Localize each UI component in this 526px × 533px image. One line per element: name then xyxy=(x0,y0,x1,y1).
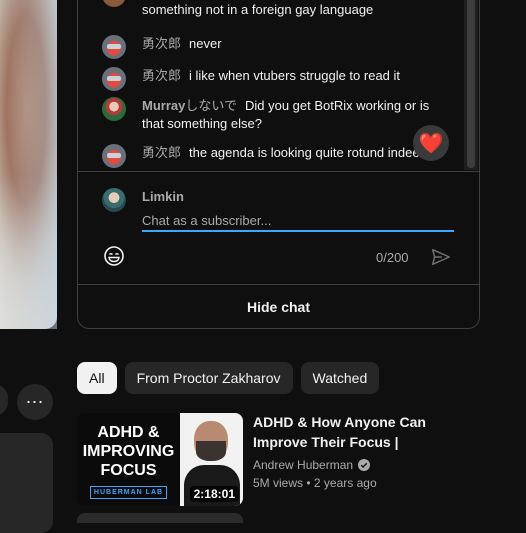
description-panel[interactable] xyxy=(0,433,53,533)
recommended-video-title[interactable]: ADHD & How Anyone Can Improve Their Focu… xyxy=(253,412,483,452)
chip-watched[interactable]: Watched xyxy=(300,362,380,394)
chat-author-name: Murray xyxy=(142,98,186,113)
channel-name[interactable]: Andrew Huberman xyxy=(253,458,353,472)
chat-message: granthntake please change your youtube n… xyxy=(102,0,447,19)
thumbnail-text-line: IMPROVING xyxy=(82,443,175,460)
thumbnail-text-line: ADHD & xyxy=(97,424,160,441)
send-icon[interactable] xyxy=(430,246,452,268)
video-player-thumbnail[interactable] xyxy=(0,0,57,329)
chat-message: 勇次郎 never xyxy=(102,35,222,59)
chip-from-channel[interactable]: From Proctor Zakharov xyxy=(124,362,293,394)
avatar[interactable] xyxy=(102,97,126,121)
chat-author[interactable]: Murrayしないで xyxy=(142,98,237,113)
recommendation-filters: All From Proctor Zakharov Watched xyxy=(77,362,380,394)
chat-author-suffix: しないで xyxy=(185,98,237,113)
heart-icon: ❤️ xyxy=(418,132,444,155)
divider xyxy=(78,284,479,285)
upload-age: 2 years ago xyxy=(313,476,377,490)
chat-author[interactable]: 勇次郎 xyxy=(142,144,181,162)
chat-text: the agenda is looking quite rotund indee… xyxy=(189,145,427,160)
video-frame xyxy=(0,0,57,329)
chat-message: Murrayしないで Did you get BotRix working or … xyxy=(102,97,447,133)
thumbnail-brand: HUBERMAN LAB xyxy=(89,486,168,499)
action-pill[interactable] xyxy=(0,384,8,416)
more-icon: ⋯ xyxy=(25,391,45,412)
avatar[interactable] xyxy=(102,144,126,168)
avatar[interactable] xyxy=(102,67,126,91)
scrollbar-thumb[interactable] xyxy=(467,0,475,168)
thumbnail-title-art: ADHD & IMPROVING FOCUS HUBERMAN LAB xyxy=(77,413,180,506)
hide-chat-button[interactable]: Hide chat xyxy=(78,286,479,328)
video-duration: 2:18:01 xyxy=(189,486,239,502)
chat-scrollbar[interactable] xyxy=(464,0,478,170)
avatar xyxy=(102,188,126,212)
avatar[interactable] xyxy=(102,35,126,59)
verified-icon xyxy=(358,459,371,471)
next-video-thumbnail[interactable] xyxy=(77,513,243,523)
chat-text: take please change your youtube name to … xyxy=(142,2,374,17)
chat-message: 勇次郎 i like when vtubers struggle to read… xyxy=(102,67,400,91)
more-actions-button[interactable]: ⋯ xyxy=(17,384,53,420)
recommended-video-thumbnail[interactable]: ADHD & IMPROVING FOCUS HUBERMAN LAB 2:18… xyxy=(77,413,243,506)
view-count: 5M views xyxy=(253,476,304,490)
chat-message: 勇次郎 the agenda is looking quite rotund i… xyxy=(102,144,427,168)
live-chat-panel: granthntake please change your youtube n… xyxy=(77,0,480,329)
chat-author[interactable]: 勇次郎 xyxy=(142,35,181,53)
heart-reaction-button[interactable]: ❤️ xyxy=(413,125,449,161)
recommended-video-channel[interactable]: Andrew Huberman xyxy=(253,458,371,472)
char-counter: 0/200 xyxy=(376,250,409,265)
divider xyxy=(78,171,479,172)
current-user-name: Limkin xyxy=(142,189,184,204)
chat-author[interactable]: 勇次郎 xyxy=(142,67,181,85)
chat-input[interactable] xyxy=(142,210,454,232)
chat-message-list: granthntake please change your youtube n… xyxy=(78,0,463,170)
avatar[interactable] xyxy=(102,0,126,7)
recommended-video-meta: 5M views • 2 years ago xyxy=(253,476,377,490)
chat-text: never xyxy=(189,36,222,51)
chip-all[interactable]: All xyxy=(77,362,117,394)
emoji-icon[interactable] xyxy=(102,244,126,268)
meta-separator: • xyxy=(306,476,314,490)
thumbnail-text-line: FOCUS xyxy=(100,462,157,479)
chat-text: i like when vtubers struggle to read it xyxy=(189,68,401,83)
